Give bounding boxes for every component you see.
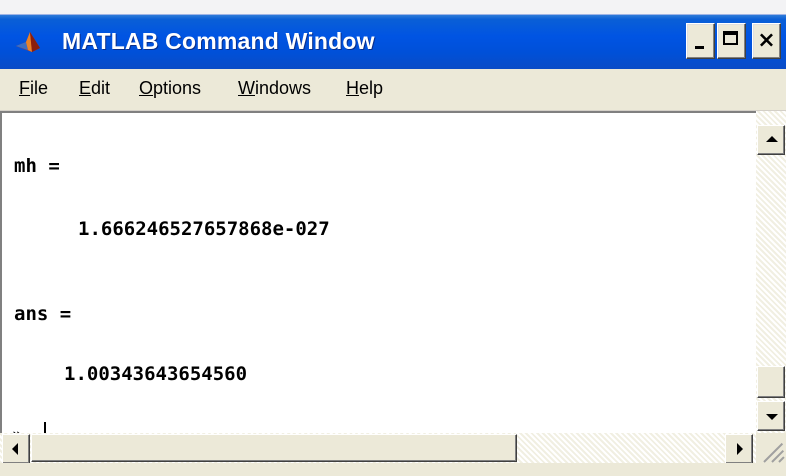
arrow-right-icon bbox=[737, 443, 743, 455]
scroll-right-button[interactable] bbox=[725, 434, 753, 464]
output-mh-label: mh = bbox=[14, 155, 60, 177]
minimize-icon bbox=[695, 46, 704, 49]
menu-edit-mnemonic: E bbox=[79, 78, 92, 98]
arrow-up-icon bbox=[766, 136, 778, 142]
maximize-icon bbox=[723, 31, 738, 45]
maximize-button[interactable] bbox=[717, 23, 746, 59]
resize-grip[interactable] bbox=[756, 433, 786, 463]
close-button[interactable]: × bbox=[752, 23, 781, 59]
menu-edit[interactable]: Edit bbox=[79, 78, 110, 99]
menu-file[interactable]: File bbox=[19, 78, 48, 99]
command-console[interactable]: mh = 1.666246527657868e-027 ans = 1.0034… bbox=[0, 111, 756, 433]
close-icon: × bbox=[757, 28, 776, 53]
menu-help-label: elp bbox=[359, 78, 384, 98]
scroll-left-button[interactable] bbox=[2, 434, 30, 464]
output-ans-value: 1.00343643654560 bbox=[64, 363, 248, 385]
menu-windows-mnemonic: W bbox=[238, 78, 255, 98]
menu-edit-label: dit bbox=[91, 78, 111, 98]
menu-file-mnemonic: F bbox=[19, 78, 30, 98]
title-bar[interactable]: MATLAB Command Window × bbox=[0, 15, 786, 69]
menu-help-mnemonic: H bbox=[346, 78, 359, 98]
menu-file-label: ile bbox=[30, 78, 49, 98]
horizontal-scrollbar[interactable] bbox=[0, 433, 756, 464]
menu-options[interactable]: Options bbox=[139, 78, 201, 99]
vertical-scroll-thumb[interactable] bbox=[757, 366, 785, 398]
menu-windows-label: indows bbox=[255, 78, 312, 98]
desktop-background: MATLAB Command Window × File Edit Option… bbox=[0, 0, 786, 476]
menu-options-mnemonic: O bbox=[139, 78, 154, 98]
window-bottom-edge bbox=[0, 463, 786, 476]
client-area: mh = 1.666246527657868e-027 ans = 1.0034… bbox=[0, 111, 786, 476]
text-caret bbox=[44, 422, 46, 433]
scroll-up-button[interactable] bbox=[757, 125, 785, 155]
menu-options-label: ptions bbox=[153, 78, 202, 98]
menu-windows[interactable]: Windows bbox=[238, 78, 311, 99]
command-prompt: » bbox=[12, 425, 22, 433]
output-mh-value: 1.666246527657868e-027 bbox=[78, 218, 330, 240]
minimize-button[interactable] bbox=[686, 23, 715, 59]
arrow-left-icon bbox=[12, 443, 18, 455]
matlab-command-window: MATLAB Command Window × File Edit Option… bbox=[0, 14, 786, 476]
matlab-logo-icon bbox=[16, 32, 40, 52]
vertical-scrollbar[interactable] bbox=[756, 111, 786, 433]
horizontal-scroll-thumb[interactable] bbox=[31, 434, 517, 462]
menu-bar: File Edit Options Windows Help bbox=[0, 69, 786, 111]
menu-help[interactable]: Help bbox=[346, 78, 383, 99]
output-ans-label: ans = bbox=[14, 303, 72, 325]
window-title: MATLAB Command Window bbox=[62, 28, 375, 54]
scroll-down-button[interactable] bbox=[757, 401, 785, 431]
arrow-down-icon bbox=[766, 414, 778, 420]
